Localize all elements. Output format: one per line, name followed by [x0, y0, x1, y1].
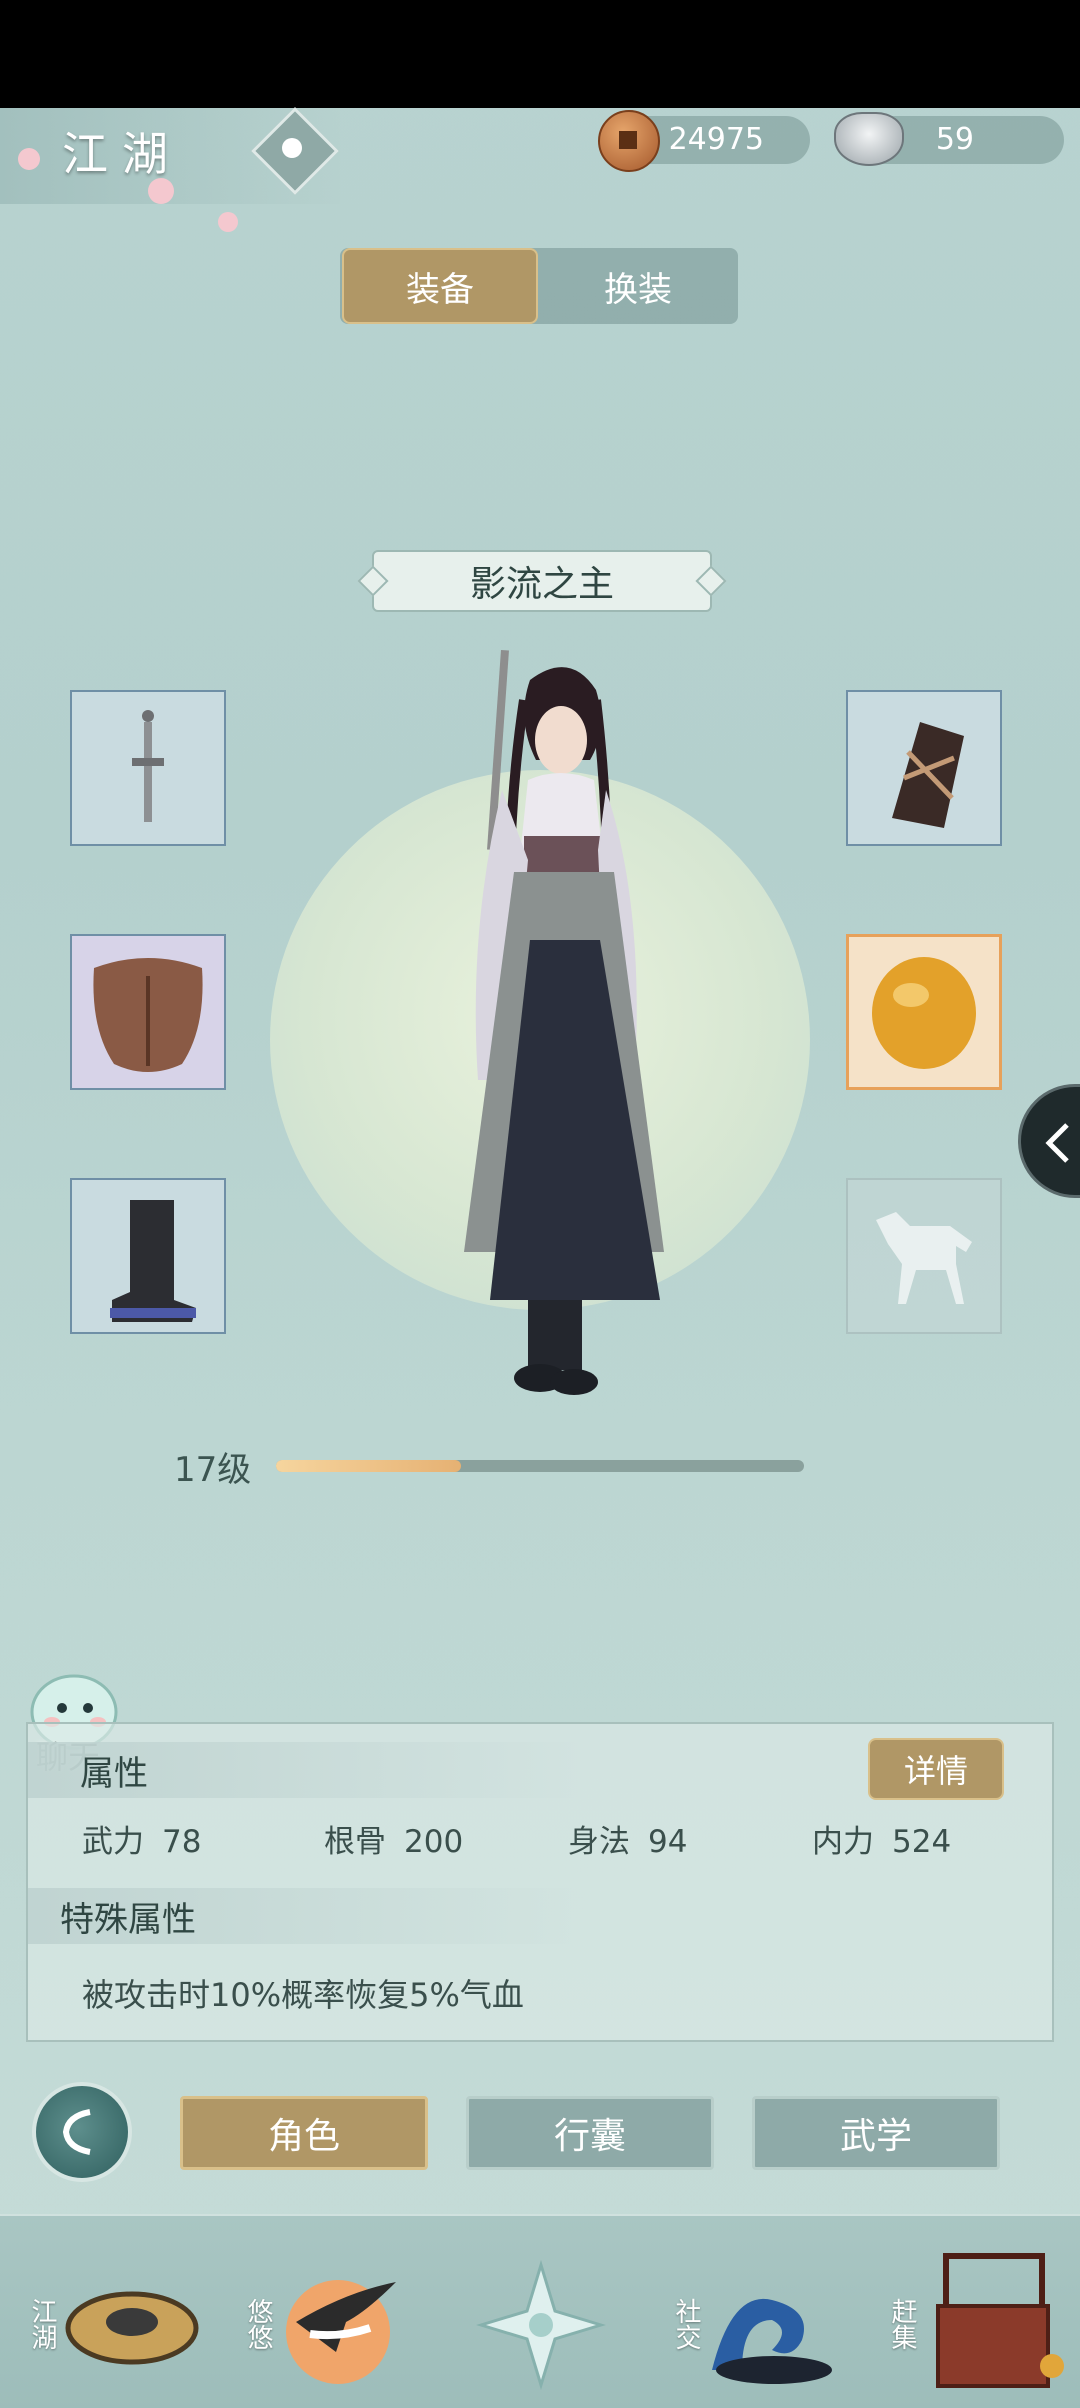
- stat-value: 78: [162, 1824, 202, 1860]
- silver-ingot-icon: [834, 112, 904, 166]
- stat-inner-power: 内力 524: [812, 1816, 951, 1861]
- armor-icon: [93, 958, 203, 1072]
- horse-icon: [876, 1212, 972, 1304]
- blossom-decoration: [218, 212, 238, 232]
- nav-character[interactable]: 角色: [180, 2096, 428, 2170]
- menu-market[interactable]: 赶集: [880, 2216, 1070, 2408]
- level-label: 17级: [174, 1450, 252, 1490]
- silver-currency[interactable]: 59: [834, 112, 1064, 166]
- level-progress-bar: [276, 1460, 804, 1472]
- equipment-tabs: 装备 换装: [340, 248, 738, 324]
- mount-slot[interactable]: [846, 1178, 1002, 1334]
- menu-label: 悠悠: [243, 2298, 273, 2350]
- character-figure: [464, 649, 664, 1395]
- character-name-plate: 影流之主: [372, 550, 712, 612]
- attribute-section-title: 属性: [80, 1754, 148, 1794]
- bracer-icon: [892, 722, 964, 828]
- bamboo-hat-icon: [65, 2291, 199, 2365]
- character-name: 影流之主: [469, 564, 614, 605]
- stat-name: 武力: [82, 1824, 144, 1860]
- stat-value: 200: [404, 1824, 464, 1860]
- menu-jianghu[interactable]: 江湖: [20, 2216, 210, 2408]
- compass-star-icon: [476, 2260, 606, 2390]
- stat-name: 内力: [812, 1824, 874, 1860]
- stat-value: 94: [648, 1824, 688, 1860]
- armor-slot[interactable]: [70, 934, 226, 1090]
- gem-slot[interactable]: [846, 934, 1002, 1090]
- amber-gem-icon: [872, 957, 976, 1069]
- special-attribute-text: 被攻击时10%概率恢复5%气血: [82, 1976, 524, 2014]
- stat-constitution: 根骨 200: [324, 1816, 463, 1861]
- tab-outfit[interactable]: 换装: [540, 248, 736, 324]
- blossom-decoration: [18, 148, 40, 170]
- stat-name: 身法: [568, 1824, 630, 1860]
- level-progress-fill: [276, 1460, 461, 1472]
- menu-label: 赶集: [887, 2298, 917, 2350]
- stat-name: 根骨: [324, 1824, 386, 1860]
- back-button[interactable]: [32, 2082, 132, 2182]
- menu-label: 社交: [671, 2298, 701, 2350]
- weapon-slot[interactable]: [70, 690, 226, 846]
- status-bar: [0, 0, 1080, 108]
- copper-amount: 24975: [668, 122, 764, 157]
- stat-value: 524: [892, 1824, 952, 1860]
- menu-center[interactable]: [466, 2216, 616, 2408]
- menu-social[interactable]: 社交: [664, 2216, 844, 2408]
- chevron-left-icon: [1045, 1123, 1069, 1163]
- page-title: 江湖: [62, 127, 182, 181]
- special-section-title: 特殊属性: [60, 1900, 196, 1940]
- boots-slot[interactable]: [70, 1178, 226, 1334]
- top-header: 江湖 24975 59: [0, 107, 1080, 232]
- side-panel-toggle[interactable]: [1018, 1084, 1080, 1198]
- stat-martial: 武力 78: [82, 1816, 201, 1861]
- copper-currency[interactable]: 24975: [598, 110, 810, 172]
- market-basket-icon: [936, 2253, 1064, 2388]
- bottom-menu-bar: 江湖 悠悠 社交 赶集: [0, 2214, 1080, 2408]
- nav-inventory[interactable]: 行囊: [466, 2096, 714, 2170]
- attribute-panel: 属性 详情 武力 78 根骨 200 身法 94 内力 524 特殊属性 被攻击时10%…: [26, 1722, 1054, 2042]
- stat-agility: 身法 94: [568, 1816, 687, 1861]
- menu-youyou[interactable]: 悠悠: [236, 2216, 416, 2408]
- detail-button[interactable]: 详情: [868, 1738, 1004, 1800]
- crane-icon: [286, 2280, 396, 2384]
- rank-badge-dot: [282, 138, 302, 158]
- menu-label: 江湖: [27, 2298, 57, 2350]
- silver-amount: 59: [935, 122, 974, 157]
- sword-icon: [132, 710, 164, 822]
- wave-icon: [712, 2298, 832, 2384]
- nav-martial-arts[interactable]: 武学: [752, 2096, 1000, 2170]
- boots-icon: [110, 1200, 196, 1322]
- copper-coin-icon: [598, 110, 660, 172]
- bracer-slot[interactable]: [846, 690, 1002, 846]
- tab-equipment[interactable]: 装备: [342, 248, 538, 324]
- back-arrow-icon: [62, 2109, 91, 2155]
